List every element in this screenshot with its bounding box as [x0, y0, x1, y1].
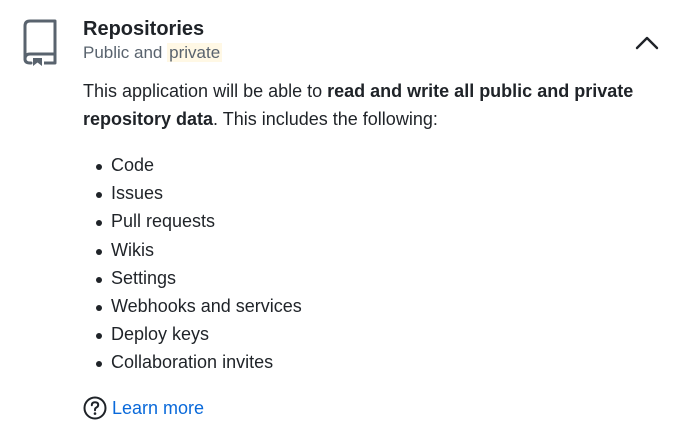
collapse-button[interactable] — [630, 30, 664, 56]
permission-list: Code Issues Pull requests Wikis Settings… — [83, 151, 302, 377]
list-item: Deploy keys — [83, 320, 302, 348]
subtitle-prefix: Public and — [83, 43, 168, 62]
subtitle-highlight: private — [167, 43, 223, 62]
learn-more-label[interactable]: Learn more — [112, 396, 204, 420]
list-item: Settings — [83, 264, 302, 292]
list-item: Wikis — [83, 236, 302, 264]
section-subtitle: Public and private — [83, 42, 223, 64]
permission-description: This application will be able to read an… — [83, 77, 673, 133]
list-item: Webhooks and services — [83, 292, 302, 320]
list-item: Collaboration invites — [83, 348, 302, 376]
section-title: Repositories — [83, 18, 205, 40]
section-header: Repositories Public and private — [83, 17, 223, 64]
learn-more-link[interactable]: Learn more — [83, 396, 204, 420]
question-circle-icon — [83, 396, 107, 420]
list-item: Code — [83, 151, 302, 179]
list-item: Issues — [83, 179, 302, 207]
list-item: Pull requests — [83, 207, 302, 235]
repo-book-icon — [23, 19, 57, 66]
description-outro: . This includes the following: — [213, 109, 438, 129]
chevron-up-icon — [635, 36, 659, 50]
description-intro: This application will be able to — [83, 81, 328, 101]
